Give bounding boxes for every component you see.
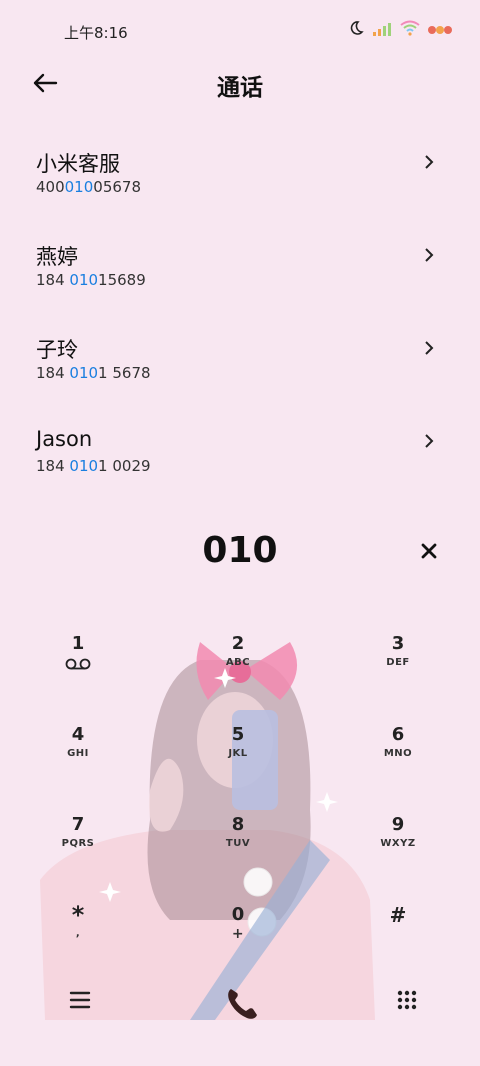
key-letters: TUV [225,838,251,849]
key-hash[interactable]: # [338,903,458,983]
chevron-right-icon [424,340,434,355]
number-prefix: 184 [36,457,70,475]
signal-icon [372,21,392,40]
clear-button[interactable] [418,540,440,562]
key-1[interactable]: 1 [18,632,138,712]
contact-number: 40001005678 [36,178,141,196]
contact-result[interactable]: 子玲 184 0101 5678 [0,314,480,407]
call-button[interactable] [222,983,262,1023]
voicemail-icon [18,656,138,675]
contact-result[interactable]: 小米客服 40001005678 [0,128,480,221]
contact-result[interactable]: 燕婷 184 01015689 [0,221,480,314]
key-digit: 8 [231,814,245,835]
number-match: 010 [64,178,94,196]
phone-icon [222,989,262,1027]
wifi-icon [400,20,420,40]
contact-results-list: 小米客服 40001005678 燕婷 184 01015689 子玲 184 … [0,128,480,500]
page-title: 通话 [217,75,263,101]
number-prefix: 184 [36,364,70,382]
number-suffix: 15689 [98,271,146,289]
bottom-action-bar [0,975,480,1035]
key-digit: # [389,903,407,927]
menu-icon [68,991,92,1015]
key-letters: ABC [225,657,251,668]
key-digit: 7 [71,814,85,835]
key-digit: 2 [231,633,245,654]
key-letters: WXYZ [380,838,416,849]
contact-name: 小米客服 [36,152,120,176]
key-digit: 5 [231,724,245,745]
key-digit: * [71,901,85,929]
number-suffix: 1 5678 [98,364,151,382]
key-9[interactable]: 9 WXYZ [338,813,458,893]
key-8[interactable]: 8 TUV [178,813,298,893]
key-letters: GHI [67,748,89,759]
menu-button[interactable] [68,989,92,1011]
contact-number: 184 0101 5678 [36,364,151,382]
key-3[interactable]: 3 DEF [338,632,458,712]
key-digit: 4 [71,724,85,745]
key-digit: 9 [391,814,405,835]
number-prefix: 400 [36,178,65,196]
dialed-number-display: 010 [202,530,278,571]
key-2[interactable]: 2 ABC [178,632,298,712]
dialpad-toggle-button[interactable] [396,989,418,1011]
key-digit: 1 [71,633,85,654]
dialpad-icon [396,990,418,1015]
chevron-right-icon [424,154,434,169]
contact-number: 184 0101 0029 [36,457,151,475]
status-icons [348,20,452,40]
key-5[interactable]: 5 JKL [178,723,298,803]
status-time: 上午8:16 [64,24,128,42]
contact-name: 燕婷 [36,245,78,269]
contact-name: 子玲 [36,338,78,362]
key-star[interactable]: * , [18,903,138,983]
close-icon [418,543,440,566]
key-7[interactable]: 7 PQRS [18,813,138,893]
key-letters: , [75,928,81,939]
key-0[interactable]: 0 + [178,903,298,983]
key-letters: MNO [383,748,413,759]
contact-name: Jason [36,427,93,451]
contact-result[interactable]: Jason 184 0101 0029 [0,407,480,500]
header: 通话 [0,60,480,108]
key-letters: PQRS [61,838,95,849]
number-match: 010 [69,457,99,475]
moon-icon [348,20,364,40]
status-bar: 上午8:16 [0,0,480,62]
key-digit: 0 [231,904,245,925]
number-match: 010 [69,364,99,382]
battery-icon [428,21,452,40]
key-6[interactable]: 6 MNO [338,723,458,803]
key-4[interactable]: 4 GHI [18,723,138,803]
key-letters: DEF [386,657,410,668]
number-suffix: 05678 [93,178,141,196]
chevron-right-icon [424,433,434,448]
key-letters: + [231,926,245,942]
number-match: 010 [69,271,99,289]
number-prefix: 184 [36,271,70,289]
contact-number: 184 01015689 [36,271,146,289]
chevron-right-icon [424,247,434,262]
number-suffix: 1 0029 [98,457,151,475]
key-digit: 3 [391,633,405,654]
key-letters: JKL [228,748,248,759]
key-digit: 6 [391,724,405,745]
dial-keypad: 1 2 ABC 3 DEF 4 GHI 5 JKL 6 MNO 7 PQRS 8… [0,620,480,970]
